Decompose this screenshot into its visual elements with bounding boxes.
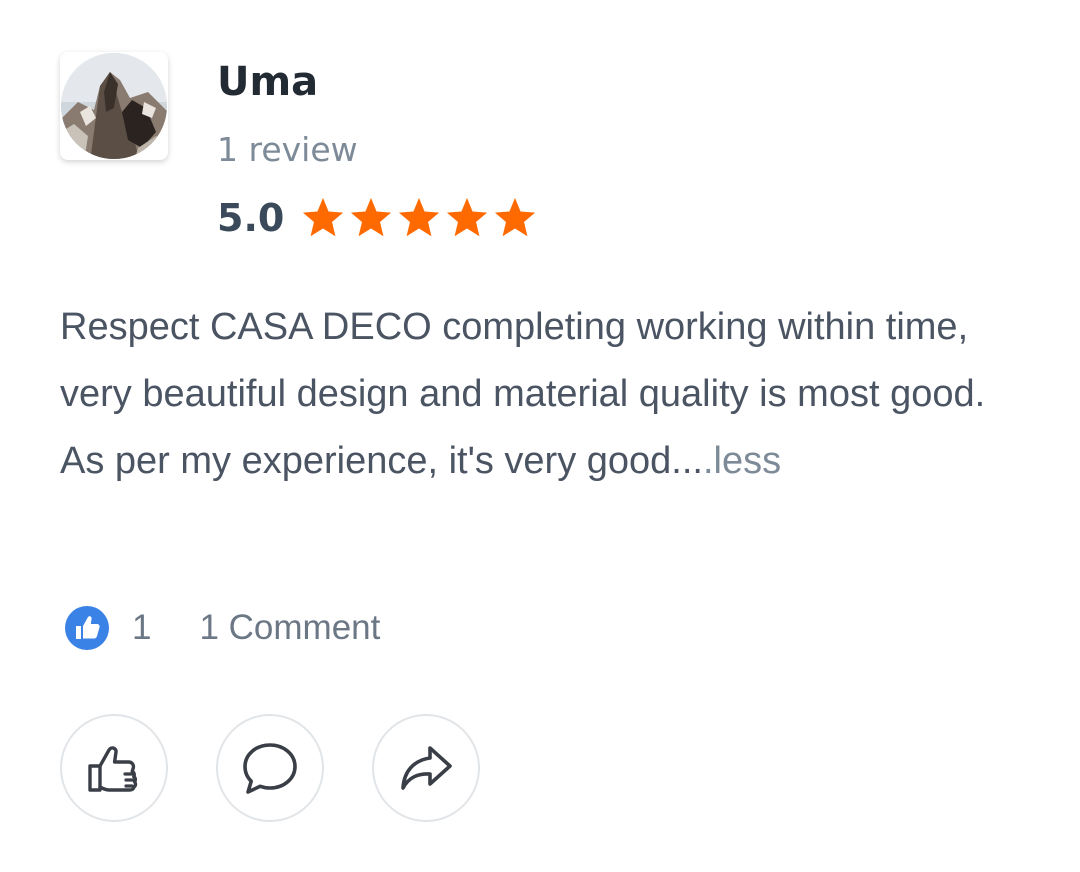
rating-value: 5.0 — [217, 196, 285, 240]
star-rating — [300, 195, 538, 241]
like-button[interactable] — [60, 714, 168, 822]
star-icon — [447, 197, 488, 237]
thumbs-up-icon — [88, 746, 138, 792]
star-icon — [399, 197, 440, 237]
like-badge-icon — [65, 606, 109, 650]
avatar[interactable] — [60, 52, 168, 160]
mountain-avatar-image — [61, 53, 167, 159]
comment-button[interactable] — [216, 714, 324, 822]
review-count: 1 review — [217, 130, 358, 169]
share-button[interactable] — [372, 714, 480, 822]
star-icon — [351, 197, 392, 237]
comment-count-link[interactable]: 1 Comment — [199, 608, 380, 648]
like-count[interactable]: 1 — [132, 608, 151, 648]
star-icon — [495, 197, 536, 237]
reaction-summary: 1 1 Comment — [64, 604, 380, 652]
review-body: Respect CASA DECO completing working wit… — [60, 306, 986, 482]
star-icon — [303, 197, 344, 237]
rating-row: 5.0 — [217, 194, 538, 242]
review-text: Respect CASA DECO completing working wit… — [60, 294, 1020, 495]
reviewer-name[interactable]: Uma — [217, 56, 318, 108]
review-card: Uma 1 review 5.0 Respect CASA DECO compl… — [0, 0, 1080, 872]
share-arrow-icon — [401, 746, 452, 790]
show-less-link[interactable]: .less — [703, 440, 781, 482]
speech-bubble-icon — [243, 743, 297, 794]
